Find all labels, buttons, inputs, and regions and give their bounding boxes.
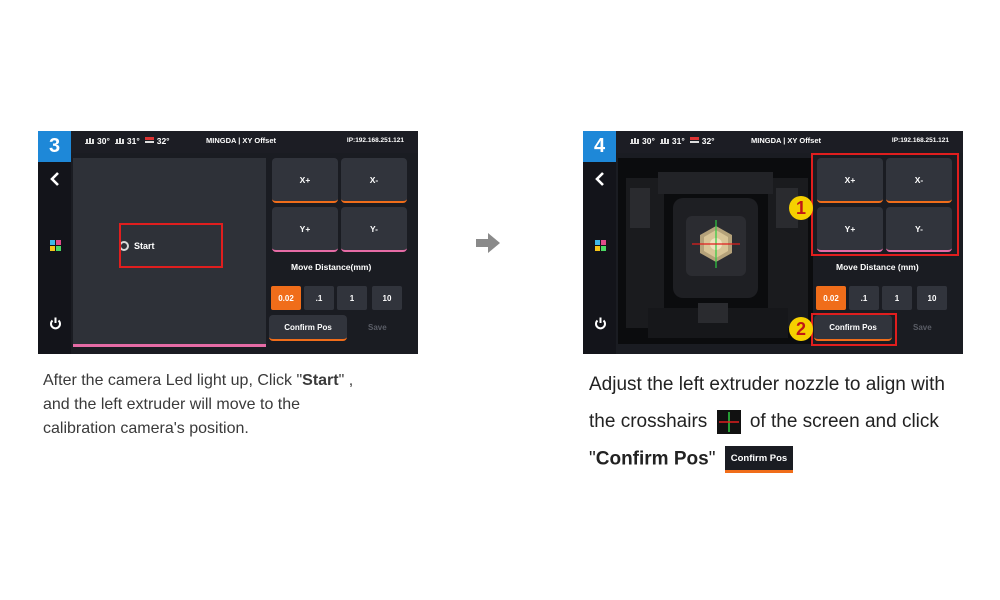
confirm-pos-button[interactable]: Confirm Pos	[269, 315, 347, 341]
screen-title: MINGDA | XY Offset	[751, 136, 822, 145]
arrow-right-icon	[476, 233, 500, 253]
move-distance-label: Move Distance (mm)	[836, 262, 919, 272]
distance-option-1[interactable]: 1	[337, 286, 367, 310]
caption-quote: "	[589, 448, 596, 470]
distance-option-0-1[interactable]: .1	[849, 286, 879, 310]
step3-screenshot: 30° 31° 32° MINGDA | XY Offset IP:192.16…	[38, 131, 418, 354]
sidebar	[38, 153, 71, 354]
y-minus-button[interactable]: Y-	[341, 207, 407, 252]
power-icon[interactable]	[592, 315, 608, 331]
ip-address: IP:192.168.251.121	[891, 137, 949, 144]
step-badge: 4	[583, 131, 616, 162]
temp-3: 32°	[156, 136, 170, 146]
power-icon[interactable]	[47, 315, 63, 331]
save-button[interactable]: Save	[913, 323, 932, 332]
step4-screenshot: 30° 31° 32° MINGDA | XY Offset IP:192.16…	[583, 131, 963, 354]
status-bar: 30° 31° 32° MINGDA | XY Offset IP:192.16…	[38, 131, 418, 153]
inline-confirm-pos-button: Confirm Pos	[724, 446, 794, 473]
back-chevron-icon[interactable]	[592, 171, 608, 187]
bed-temp-icon	[630, 138, 639, 144]
caption-line-1: After the camera Led light up, Click "St…	[43, 369, 443, 393]
caption-text: the crosshairs	[589, 411, 708, 433]
caption-line-2: and the left extruder will move to the	[43, 396, 301, 413]
x-plus-button[interactable]: X+	[272, 158, 338, 203]
bed-temp-icon	[85, 138, 94, 144]
apps-grid-icon[interactable]	[47, 237, 63, 253]
caption-bold-start: Start	[302, 372, 339, 389]
distance-option-10[interactable]: 10	[917, 286, 947, 310]
callout-2: 2	[789, 317, 813, 341]
temp-1: 30°	[642, 136, 655, 146]
distance-option-10[interactable]: 10	[372, 286, 402, 310]
back-chevron-icon[interactable]	[47, 171, 63, 187]
temp-1: 30°	[97, 136, 110, 146]
sidebar	[583, 153, 616, 354]
caption-line-3: "Confirm Pos" Confirm Pos	[589, 446, 794, 473]
move-distance-label: Move Distance(mm)	[291, 262, 372, 272]
nozzle-temp-icon	[114, 138, 124, 144]
confirm-highlight-box	[811, 313, 897, 346]
camera-feed	[618, 158, 813, 344]
caption-line-1: Adjust the left extruder nozzle to align…	[589, 374, 945, 395]
extruder-camera-image	[618, 158, 813, 344]
temp-2: 31°	[671, 136, 685, 146]
step-badge: 3	[38, 131, 71, 162]
screen-title: MINGDA | XY Offset	[206, 136, 277, 145]
caption-line-2: the crosshairs of the screen and click	[589, 410, 939, 434]
x-minus-button[interactable]: X-	[341, 158, 407, 203]
temperature-readouts: 30° 31° 32°	[84, 136, 170, 146]
distance-option-0-02[interactable]: 0.02	[816, 286, 846, 310]
caption-quote: "	[708, 448, 716, 470]
save-button[interactable]: Save	[368, 323, 387, 332]
caption-text: " ,	[338, 372, 354, 389]
caption-bold-confirm: Confirm Pos	[595, 448, 709, 470]
crosshair-icon	[716, 410, 741, 434]
distance-option-0-1[interactable]: .1	[304, 286, 334, 310]
status-bar: 30° 31° 32° MINGDA | XY Offset IP:192.16…	[583, 131, 963, 153]
move-buttons-highlight-box	[811, 153, 959, 256]
distance-option-0-02[interactable]: 0.02	[271, 286, 301, 310]
start-highlight-box	[119, 223, 223, 268]
chamber-temp-icon	[689, 137, 699, 143]
caption-line-3: calibration camera's position.	[43, 420, 249, 437]
ip-address: IP:192.168.251.121	[346, 137, 404, 144]
y-plus-button[interactable]: Y+	[272, 207, 338, 252]
caption-text: of the screen and click	[749, 411, 939, 433]
distance-option-1[interactable]: 1	[882, 286, 912, 310]
nozzle-temp-icon	[659, 138, 669, 144]
caption-text: After the camera Led light up, Click "	[43, 372, 303, 389]
temp-2: 31°	[126, 136, 140, 146]
apps-grid-icon[interactable]	[592, 237, 608, 253]
pane-underline	[73, 344, 266, 347]
callout-1: 1	[789, 196, 813, 220]
step3-caption: After the camera Led light up, Click "St…	[43, 369, 443, 441]
temp-3: 32°	[701, 136, 715, 146]
temperature-readouts: 30° 31° 32°	[629, 136, 715, 146]
chamber-temp-icon	[144, 137, 154, 143]
